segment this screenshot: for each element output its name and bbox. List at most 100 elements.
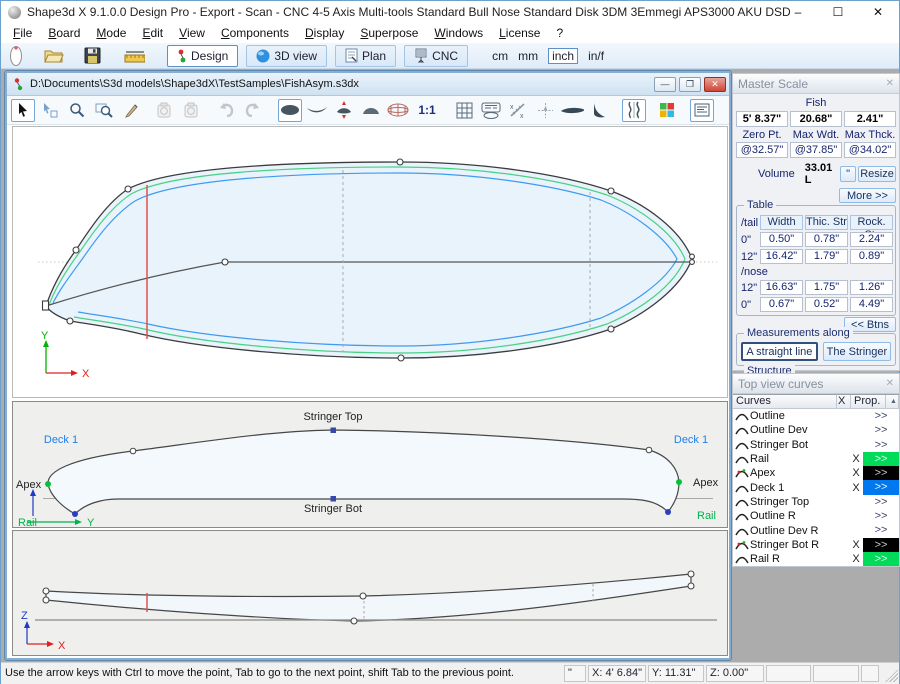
table-cell[interactable]: 1.26"	[850, 280, 893, 295]
table-cell[interactable]: 0.52"	[805, 297, 848, 312]
stringer-top-point[interactable]	[331, 428, 337, 434]
thickness-value[interactable]: 2.41"	[844, 111, 896, 127]
curve-row[interactable]: Outline Dev R >>	[733, 523, 899, 537]
menu-view[interactable]: View	[171, 24, 213, 42]
width-header[interactable]: Width	[760, 215, 803, 230]
rail-point[interactable]	[665, 509, 671, 515]
document-title-bar[interactable]: D:\Documents\S3d models\Shape3dX\TestSam…	[7, 73, 729, 96]
minimize-button[interactable]: –	[791, 5, 805, 19]
table-cell[interactable]: 1.79"	[805, 249, 848, 264]
control-point[interactable]	[67, 318, 73, 324]
control-point[interactable]	[43, 597, 49, 603]
top-view-icon[interactable]	[278, 99, 302, 122]
menu-superpose[interactable]: Superpose	[352, 24, 426, 42]
design-button[interactable]: Design	[167, 45, 238, 67]
rocker-curve[interactable]	[46, 574, 691, 621]
max-wdt-value[interactable]: @37.85"	[790, 142, 842, 158]
curve-prop-button[interactable]: >>	[863, 509, 899, 523]
scroll-up-icon[interactable]: ▲	[886, 395, 899, 409]
table-cell[interactable]: 0.67"	[760, 297, 803, 312]
doc-close-button[interactable]: ✕	[704, 77, 726, 92]
curve-prop-button[interactable]: >>	[863, 438, 899, 452]
new-board-icon[interactable]	[5, 45, 27, 67]
wireframe-view-icon[interactable]	[386, 99, 410, 122]
maximize-button[interactable]: ☐	[831, 5, 845, 19]
center-cross-icon[interactable]	[533, 99, 557, 122]
curves-panel-title[interactable]: Top view curves ✕	[733, 374, 899, 394]
more-button[interactable]: More >>	[839, 188, 896, 203]
table-cell[interactable]: 0.50"	[760, 232, 803, 247]
curve-row[interactable]: Rail X >>	[733, 452, 899, 466]
curve-prop-button[interactable]: >>	[863, 409, 899, 423]
curve-prop-button[interactable]: >>	[863, 466, 899, 480]
table-cell[interactable]: 4.49"	[850, 297, 893, 312]
resize-grip[interactable]	[885, 669, 898, 682]
table-cell[interactable]: 0.89"	[850, 249, 893, 264]
table-cell[interactable]: 1.75"	[805, 280, 848, 295]
undo-icon[interactable]	[214, 99, 238, 122]
table-cell[interactable]: 0.78"	[805, 232, 848, 247]
menu-windows[interactable]: Windows	[426, 24, 491, 42]
measure-icon[interactable]: xx	[506, 99, 530, 122]
control-point[interactable]	[688, 583, 694, 589]
control-point[interactable]	[398, 355, 404, 361]
panel-toggle-icon[interactable]	[690, 99, 714, 122]
menu-mode[interactable]: Mode	[88, 24, 134, 42]
curve-prop-button[interactable]: >>	[863, 423, 899, 437]
curve-prop-button[interactable]: >>	[863, 495, 899, 509]
side-view-icon[interactable]	[305, 99, 329, 122]
measurements-icon[interactable]	[123, 45, 145, 67]
menu-edit[interactable]: Edit	[134, 24, 171, 42]
control-point[interactable]	[608, 188, 614, 194]
max-thck-value[interactable]: @34.02"	[844, 142, 896, 158]
cnc-button[interactable]: CNC	[404, 45, 468, 67]
menu-file[interactable]: File	[5, 24, 40, 42]
close-icon[interactable]: ✕	[886, 378, 894, 389]
unit-mm[interactable]: mm	[518, 49, 538, 63]
3d-view-button[interactable]: 3D view	[246, 45, 327, 67]
doc-restore-button[interactable]: ❐	[679, 77, 701, 92]
curve-row[interactable]: Deck 1 X >>	[733, 480, 899, 494]
curve-row[interactable]: Stringer Top >>	[733, 495, 899, 509]
control-point[interactable]	[688, 571, 694, 577]
master-scale-title[interactable]: Master Scale ✕	[733, 74, 899, 94]
top-view-canvas[interactable]: Y X	[13, 127, 727, 397]
curve-prop-button[interactable]: >>	[863, 552, 899, 566]
profile-view-canvas[interactable]: Z X	[13, 531, 727, 655]
curve-prop-button[interactable]: >>	[863, 480, 899, 494]
stringer-curves-icon[interactable]	[622, 99, 646, 122]
save-icon[interactable]	[81, 45, 103, 67]
width-value[interactable]: 20.68"	[790, 111, 842, 127]
copy-prev-slice-icon[interactable]	[152, 99, 176, 122]
control-point[interactable]	[222, 259, 228, 265]
curve-row[interactable]: Outline >>	[733, 409, 899, 423]
table-cell[interactable]: 2.24"	[850, 232, 893, 247]
slice-curve[interactable]	[48, 430, 679, 514]
unit-inf[interactable]: in/f	[588, 49, 604, 63]
control-point[interactable]	[690, 254, 695, 259]
tail-control-point[interactable]	[43, 301, 49, 310]
zoom-window-icon[interactable]	[92, 99, 116, 122]
menu-license[interactable]: License	[491, 24, 548, 42]
grid-icon[interactable]	[452, 99, 476, 122]
slices-panel-icon[interactable]	[479, 99, 503, 122]
straight-line-button[interactable]: A straight line	[741, 342, 818, 361]
close-button[interactable]: ✕	[871, 5, 885, 19]
control-point[interactable]	[351, 618, 357, 624]
curve-row[interactable]: Apex X >>	[733, 466, 899, 480]
curve-prop-button[interactable]: >>	[863, 538, 899, 552]
control-point[interactable]	[360, 593, 366, 599]
table-cell[interactable]: 16.63"	[760, 280, 803, 295]
curve-prop-button[interactable]: >>	[863, 523, 899, 537]
slice-view-canvas[interactable]: Stringer Top Stringer Bot Deck 1 Deck 1 …	[13, 402, 727, 527]
edit-pen-icon[interactable]	[119, 99, 143, 122]
doc-minimize-button[interactable]: —	[654, 77, 676, 92]
apex-point[interactable]	[45, 481, 51, 487]
apex-point[interactable]	[676, 479, 682, 485]
menu-board[interactable]: Board	[40, 24, 88, 42]
control-point[interactable]	[73, 247, 79, 253]
copy-next-slice-icon[interactable]	[179, 99, 203, 122]
menu-help[interactable]: ?	[548, 24, 571, 42]
open-icon[interactable]	[43, 45, 65, 67]
unit-cm[interactable]: cm	[492, 49, 508, 63]
